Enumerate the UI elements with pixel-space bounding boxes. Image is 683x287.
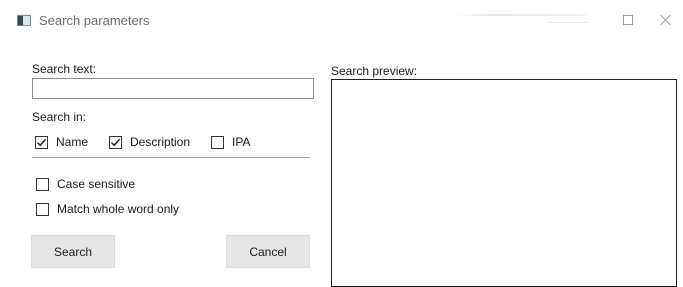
search-text-label: Search text: (32, 62, 97, 76)
checkbox-unchecked-icon[interactable] (211, 135, 224, 149)
window-title: Search parameters (39, 13, 150, 28)
search-button[interactable]: Search (31, 235, 115, 268)
checkbox-unchecked-icon[interactable] (36, 202, 49, 216)
app-window-icon (17, 15, 31, 26)
title-bar: Search parameters (0, 0, 683, 44)
search-preview-label: Search preview: (331, 64, 418, 78)
checkbox-unchecked-icon[interactable] (36, 177, 49, 191)
search-in-label: Search in: (32, 110, 87, 124)
cancel-button[interactable]: Cancel (226, 235, 310, 268)
title-bar-artifact-2 (548, 22, 588, 23)
search-in-ipa-checkbox[interactable]: IPA (211, 135, 250, 149)
match-whole-word-label: Match whole word only (57, 202, 180, 216)
case-sensitive-label: Case sensitive (57, 177, 136, 191)
search-preview-area[interactable] (331, 79, 677, 287)
search-in-description-label: Description (130, 135, 191, 149)
search-in-name-checkbox[interactable]: Name (35, 135, 88, 149)
separator-line (32, 157, 310, 158)
close-icon (660, 14, 672, 26)
search-text-input[interactable] (32, 78, 314, 99)
search-in-name-label: Name (56, 135, 89, 149)
checkbox-checked-icon[interactable] (35, 135, 48, 149)
search-in-ipa-label: IPA (232, 135, 251, 149)
checkbox-checked-icon[interactable] (109, 135, 122, 149)
title-bar-artifact (456, 14, 586, 16)
maximize-icon (623, 15, 633, 25)
match-whole-word-checkbox[interactable]: Match whole word only (36, 202, 179, 216)
search-in-description-checkbox[interactable]: Description (109, 135, 190, 149)
maximize-button[interactable] (605, 0, 651, 40)
case-sensitive-checkbox[interactable]: Case sensitive (36, 177, 135, 191)
close-button[interactable] (649, 0, 683, 40)
